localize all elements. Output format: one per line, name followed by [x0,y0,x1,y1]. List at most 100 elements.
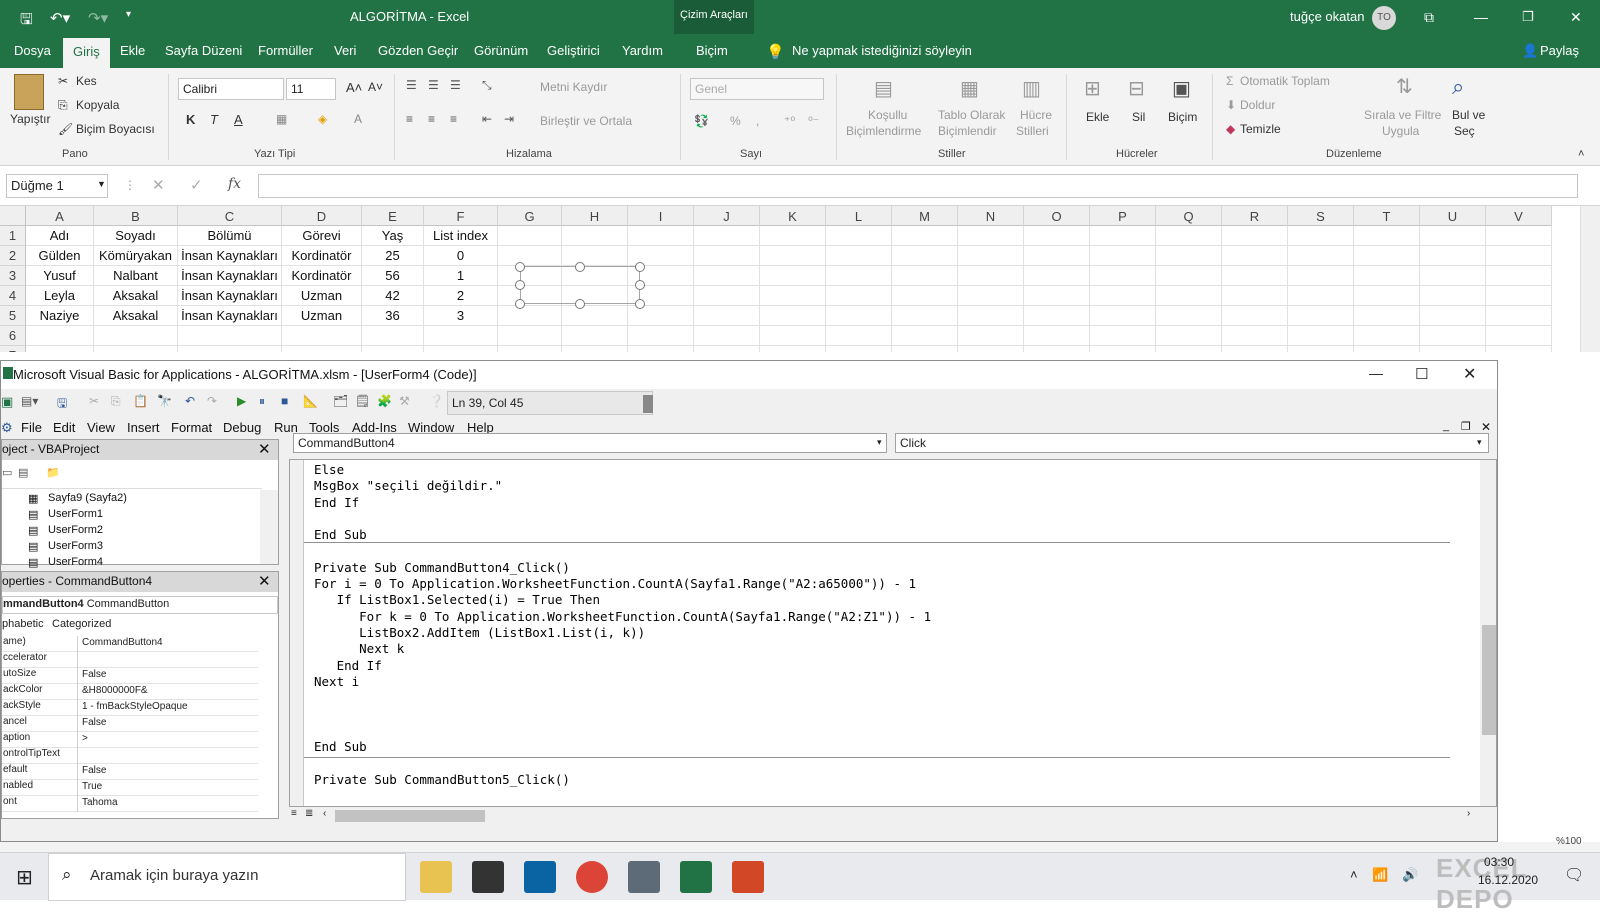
bold-icon[interactable]: K [186,112,195,127]
resize-handle[interactable] [635,262,645,272]
sheet-cell[interactable]: Kömüryakan [94,246,178,266]
sheet-cell[interactable] [1288,326,1354,346]
autosum-button[interactable]: Otomatik Toplam [1240,74,1330,88]
align-left-icon[interactable]: ≡ [406,112,413,126]
increase-decimal-icon[interactable]: ⁺⁰ [784,114,795,128]
tab-veri[interactable]: Veri [334,43,356,58]
sheet-cell[interactable]: Kordinatör [282,266,362,286]
sheet-cell[interactable] [1156,326,1222,346]
tab-categorized[interactable]: Categorized [52,618,111,630]
help-icon[interactable]: ❔ [429,394,444,408]
sheet-cell[interactable] [1486,246,1552,266]
code-scroll-thumb[interactable] [1482,625,1496,735]
sheet-cell[interactable] [1222,266,1288,286]
resize-handle[interactable] [515,299,525,309]
sheet-cell[interactable]: Leyla [26,286,94,306]
menu-debug[interactable]: Debug [223,420,261,435]
sheet-cell[interactable] [826,226,892,246]
chevron-right-icon[interactable]: › [1467,808,1470,819]
italic-icon[interactable]: T [210,112,218,127]
property-row[interactable]: ontrolTipText [2,748,258,764]
sheet-cell[interactable] [826,266,892,286]
sheet-cell[interactable] [94,326,178,346]
sheet-cell[interactable] [1354,306,1420,326]
sheet-cell[interactable] [826,326,892,346]
resize-handle[interactable] [575,299,585,309]
format-painter-icon[interactable]: 🖌 [58,122,73,136]
tree-item-userform4[interactable]: UserForm4 [48,556,103,568]
sheet-cell[interactable]: Yusuf [26,266,94,286]
delete-cells-button[interactable]: Sil [1132,110,1145,124]
property-row[interactable]: ackColor &H8000000F& [2,684,258,700]
save-icon[interactable]: 🖫 [57,394,67,415]
code-line[interactable]: ListBox2.AddItem (ListBox1.List(i, k)) [314,625,645,640]
tab-bicim[interactable]: Biçim [696,43,728,58]
column-header[interactable]: J [694,206,760,226]
volume-icon[interactable]: 🔊 [1402,867,1418,883]
chevron-down-icon[interactable]: ▾ [1477,437,1482,448]
sheet-cell[interactable] [1024,286,1090,306]
sheet-cell[interactable]: İnsan Kaynakları [178,266,282,286]
sheet-cell[interactable]: 36 [362,306,424,326]
sheet-cell[interactable] [26,326,94,346]
tree-item-userform2[interactable]: UserForm2 [48,524,103,536]
vba-menu-icon[interactable]: ⚙ [1,420,13,436]
format-painter-button[interactable]: Biçim Boyacısı [76,122,155,136]
sheet-cell[interactable] [1024,346,1090,352]
view-excel-icon[interactable]: ▣ [1,394,13,410]
sheet-cell[interactable]: Uzman [282,306,362,326]
code-line[interactable]: Next k [314,641,404,656]
windows-start-icon[interactable]: ⊞ [16,865,33,890]
sheet-cell[interactable] [1354,246,1420,266]
tab-formuller[interactable]: Formüller [258,43,313,58]
column-header[interactable]: S [1288,206,1354,226]
calculator-icon[interactable] [628,861,660,893]
sheet-cell[interactable] [362,326,424,346]
sheet-cell[interactable] [1156,226,1222,246]
percent-icon[interactable]: % [730,114,741,128]
align-center-icon[interactable]: ≡ [428,112,435,126]
find-select-icon[interactable]: ⌕ [1452,74,1464,100]
sheet-cell[interactable]: İnsan Kaynakları [178,246,282,266]
sheet-cell[interactable] [1486,306,1552,326]
property-value[interactable]: &H8000000F& [82,685,148,696]
sheet-cell[interactable] [892,306,958,326]
currency-icon[interactable]: 💱 [694,114,709,128]
sheet-cell[interactable] [892,346,958,352]
font-color-icon[interactable]: A [354,112,362,126]
chevron-left-icon[interactable]: ‹ [323,808,326,819]
design-mode-icon[interactable]: 📐 [303,394,318,408]
copy-icon[interactable]: ⎘ [111,394,121,409]
font-name-combo[interactable]: Calibri [178,78,284,100]
sheet-cell[interactable] [1222,226,1288,246]
show-hidden-icons-icon[interactable]: ˄ [1350,867,1358,882]
sheet-cell[interactable] [498,346,562,352]
sheet-cell[interactable] [1024,266,1090,286]
merge-center-button[interactable]: Birleştir ve Ortala [540,114,632,128]
sheet-cell[interactable]: 3 [424,306,498,326]
sheet-cell[interactable] [1024,326,1090,346]
sheet-cell[interactable] [562,306,628,326]
share-icon[interactable]: 👤 [1522,43,1538,59]
sheet-cell[interactable] [1090,246,1156,266]
sheet-cell[interactable] [1354,266,1420,286]
property-row[interactable]: ccelerator [2,652,258,668]
margin-indicator-bar[interactable] [290,460,304,806]
sheet-cell[interactable] [1156,246,1222,266]
fill-button[interactable]: Doldur [1240,98,1275,112]
sheet-cell[interactable] [694,246,760,266]
view-object-icon[interactable]: ▤ [18,466,28,479]
sheet-cell[interactable] [282,346,362,352]
sheet-cell[interactable] [498,326,562,346]
mail-icon[interactable] [524,861,556,893]
conditional-formatting-line2[interactable]: Biçimlendirme [846,124,921,138]
sheet-cell[interactable] [628,306,694,326]
sheet-cell[interactable] [498,246,562,266]
sheet-cell[interactable]: Uzman [282,286,362,306]
sheet-cell[interactable] [1090,346,1156,352]
sort-filter-line1[interactable]: Sırala ve Filtre [1364,108,1441,122]
undo-icon[interactable]: ↶▾ [50,9,70,27]
sheet-cell[interactable] [826,306,892,326]
procedure-view-icon[interactable]: ≡ [291,808,297,819]
orientation-icon[interactable]: ⤡ [482,78,492,93]
